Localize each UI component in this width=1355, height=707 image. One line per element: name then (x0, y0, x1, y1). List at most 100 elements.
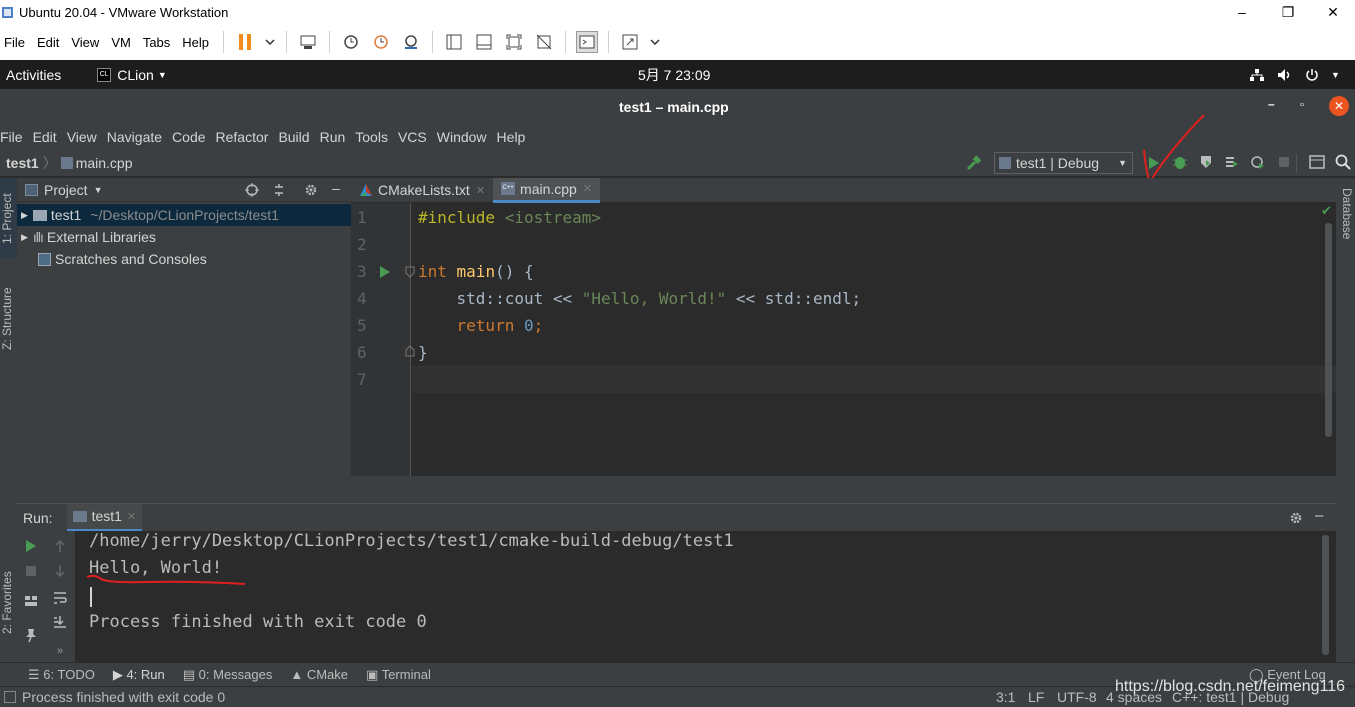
tab-main-cpp[interactable]: C++ main.cpp ✕ (493, 177, 601, 203)
hide-icon[interactable]: – (1315, 507, 1323, 524)
gear-icon[interactable] (304, 183, 318, 197)
file-encoding[interactable]: UTF-8 (1057, 689, 1097, 705)
maximize-icon[interactable]: ▫ (1300, 99, 1304, 111)
tool-tab-favorites[interactable]: 2: Favorites (0, 571, 14, 634)
code-editor[interactable]: 1 2 3 4 5 6 7 #include <iostream> int ma… (351, 203, 1336, 503)
vm-menu-edit[interactable]: Edit (37, 35, 59, 50)
menu-help[interactable]: Help (497, 129, 526, 145)
fullscreen-icon[interactable] (503, 31, 525, 53)
build-hammer-icon[interactable] (966, 155, 982, 171)
menu-file[interactable]: File (0, 129, 23, 145)
vm-menu-vm[interactable]: VM (111, 35, 131, 50)
console-scrollbar[interactable] (1322, 535, 1329, 655)
vm-menu-help[interactable]: Help (182, 35, 209, 50)
sidebar-icon[interactable] (443, 31, 465, 53)
menu-window[interactable]: Window (437, 129, 487, 145)
tool-tab-run[interactable]: ▶ 4: Run (113, 667, 165, 683)
clock[interactable]: 5月 7 23:09 (638, 65, 710, 85)
stop-icon[interactable] (1278, 156, 1290, 168)
collapse-all-icon[interactable] (272, 183, 286, 197)
tool-tab-todo[interactable]: ☰ 6: TODO (28, 667, 95, 683)
pin-icon[interactable] (24, 628, 38, 642)
menu-build[interactable]: Build (278, 129, 309, 145)
revert-snapshot-icon[interactable] (370, 31, 392, 53)
status-toggle-icon[interactable] (4, 691, 16, 703)
app-menu[interactable]: CL CLion ▼ (97, 67, 167, 83)
minimize-icon[interactable]: – (1268, 97, 1275, 111)
caret-position[interactable]: 3:1 (996, 689, 1015, 705)
vm-menu-file[interactable]: File (4, 35, 25, 50)
inspection-ok-icon[interactable]: ✔ (1321, 203, 1332, 219)
layout-icon[interactable] (24, 595, 38, 607)
close-button[interactable]: ✕ (1310, 0, 1355, 24)
activities-button[interactable]: Activities (6, 67, 61, 83)
search-icon[interactable] (1335, 154, 1351, 170)
pause-icon[interactable] (234, 31, 256, 53)
run-tab-test1[interactable]: test1 ✕ (66, 503, 143, 532)
menu-code[interactable]: Code (172, 129, 205, 145)
vm-menu-tabs[interactable]: Tabs (143, 35, 170, 50)
tool-tab-project[interactable]: 1: Project (0, 193, 14, 244)
profiler-icon[interactable] (1224, 154, 1240, 170)
breadcrumb-file[interactable]: main.cpp (76, 155, 133, 171)
run-console[interactable]: » /home/jerry/Desktop/CLionProjects/test… (17, 531, 1336, 662)
menu-edit[interactable]: Edit (33, 129, 57, 145)
tool-tab-messages[interactable]: ▤ 0: Messages (183, 667, 273, 683)
fold-icon[interactable] (405, 266, 415, 278)
chevron-down-icon[interactable] (649, 31, 661, 53)
down-arrow-icon[interactable] (53, 564, 67, 578)
tree-item-project-root[interactable]: ▶ test1 ~/Desktop/CLionProjects/test1 (17, 204, 351, 226)
restore-button[interactable]: ❐ (1265, 0, 1311, 24)
tool-tab-terminal[interactable]: ▣ Terminal (366, 667, 431, 683)
rerun-icon[interactable] (25, 539, 37, 553)
close-icon[interactable]: ✕ (1329, 96, 1349, 116)
more-icon[interactable]: » (57, 645, 63, 657)
close-tab-icon[interactable]: ✕ (583, 182, 592, 195)
tool-tab-cmake[interactable]: ▲ CMake (290, 667, 348, 682)
line-separator[interactable]: LF (1028, 689, 1044, 705)
console-view-icon[interactable] (576, 31, 599, 53)
menu-view[interactable]: View (67, 129, 97, 145)
expand-icon[interactable]: ▶ (21, 210, 28, 221)
menu-tools[interactable]: Tools (355, 129, 388, 145)
stop-icon[interactable] (25, 565, 37, 577)
unity-icon[interactable] (533, 31, 555, 53)
breadcrumb-project[interactable]: test1 (6, 155, 39, 171)
close-tab-icon[interactable]: ✕ (127, 510, 136, 523)
tree-item-external-libraries[interactable]: ▶ ıllı External Libraries (17, 226, 351, 248)
vm-menu-view[interactable]: View (71, 35, 99, 50)
snapshot-manager-icon[interactable] (400, 31, 422, 53)
expand-icon[interactable]: ▶ (21, 232, 28, 243)
tool-tab-structure[interactable]: Z: Structure (0, 287, 14, 350)
locate-icon[interactable] (245, 183, 259, 197)
system-tray[interactable]: ▼ (1249, 68, 1340, 82)
project-view-title[interactable]: Project (44, 182, 88, 198)
scroll-to-end-icon[interactable] (53, 615, 67, 629)
tool-tab-database[interactable]: Database (1340, 188, 1354, 239)
close-tab-icon[interactable]: ✕ (476, 184, 485, 197)
run-config-select[interactable]: test1 | Debug ▼ (994, 152, 1133, 174)
gear-icon[interactable] (1289, 511, 1303, 525)
chevron-down-icon[interactable] (264, 31, 276, 53)
tab-cmakelists[interactable]: CMakeLists.txt ✕ (351, 178, 493, 203)
menu-run[interactable]: Run (320, 129, 346, 145)
project-structure-icon[interactable] (1309, 155, 1325, 169)
clion-icon: CL (97, 67, 112, 82)
gutter-run-icon[interactable] (379, 265, 391, 279)
hide-icon[interactable]: – (332, 180, 340, 196)
menu-vcs[interactable]: VCS (398, 129, 427, 145)
editor-scrollbar[interactable] (1325, 223, 1332, 437)
snapshot-icon[interactable] (340, 31, 362, 53)
tree-item-scratches[interactable]: Scratches and Consoles (17, 248, 351, 270)
fold-icon[interactable] (405, 345, 415, 357)
send-keys-icon[interactable] (297, 31, 319, 53)
up-arrow-icon[interactable] (53, 539, 67, 553)
caret-down-icon[interactable]: ▼ (94, 185, 103, 195)
soft-wrap-icon[interactable] (53, 591, 67, 605)
menu-navigate[interactable]: Navigate (107, 129, 162, 145)
thumbnail-icon[interactable] (473, 31, 495, 53)
menu-refactor[interactable]: Refactor (216, 129, 269, 145)
valgrind-icon[interactable] (1250, 154, 1266, 170)
minimize-button[interactable]: – (1219, 0, 1265, 24)
stretch-icon[interactable] (619, 31, 641, 53)
